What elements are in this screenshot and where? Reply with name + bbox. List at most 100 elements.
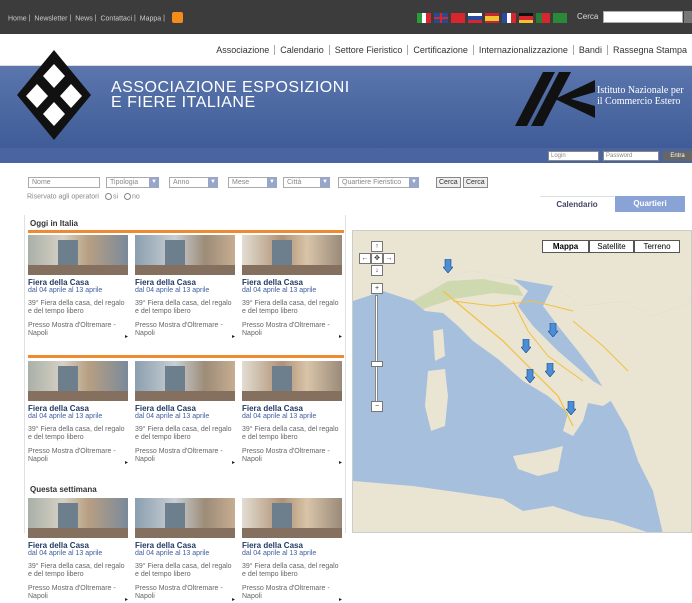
map-pin-icon[interactable]: [525, 369, 535, 383]
event-title[interactable]: Fiera della Casa: [135, 541, 235, 550]
event-thumbnail[interactable]: [135, 235, 235, 275]
rss-icon[interactable]: [171, 12, 183, 23]
zoom-handle[interactable]: [371, 361, 383, 367]
more-arrow-icon[interactable]: ▸: [232, 596, 235, 603]
radio-no[interactable]: [123, 193, 131, 200]
more-arrow-icon[interactable]: ▸: [232, 459, 235, 466]
flag-fr-icon[interactable]: [502, 13, 517, 23]
name-filter-input[interactable]: Nome: [28, 177, 100, 188]
event-thumbnail[interactable]: [28, 361, 128, 401]
event-title[interactable]: Fiera della Casa: [242, 404, 342, 413]
event-card[interactable]: Fiera della Casa dal 04 aprile al 13 apri…: [242, 235, 342, 340]
map-pin-icon[interactable]: [545, 363, 555, 377]
anno-select[interactable]: Anno ▼: [169, 177, 218, 188]
event-thumbnail[interactable]: [242, 235, 342, 275]
search-filter-button[interactable]: Cerca: [436, 177, 461, 188]
more-arrow-icon[interactable]: ▸: [125, 596, 128, 603]
menu-associazione[interactable]: Associazione: [211, 45, 274, 55]
menu-bandi[interactable]: Bandi: [572, 45, 607, 55]
event-thumbnail[interactable]: [28, 235, 128, 275]
more-arrow-icon[interactable]: ▸: [125, 459, 128, 466]
pan-left-icon[interactable]: ←: [359, 253, 371, 264]
flag-de-icon[interactable]: [519, 13, 533, 23]
event-title[interactable]: Fiera della Casa: [242, 541, 342, 550]
pan-up-icon[interactable]: ↑: [371, 241, 383, 252]
radio-yes-label: si: [112, 193, 118, 201]
search-input[interactable]: [603, 11, 683, 23]
ice-logo[interactable]: [515, 72, 595, 126]
link-mappa[interactable]: Mappa: [140, 15, 161, 22]
link-contattaci[interactable]: Contattaci: [100, 15, 132, 22]
chevron-down-icon: ▼: [149, 177, 159, 188]
map-type-satellite[interactable]: Satellite: [589, 240, 634, 253]
link-newsletter[interactable]: Newsletter: [34, 15, 67, 22]
pan-down-icon[interactable]: ↓: [371, 265, 383, 276]
tab-calendario[interactable]: Calendario: [540, 196, 614, 212]
pan-right-icon[interactable]: →: [383, 253, 395, 264]
flag-es-icon[interactable]: [485, 13, 499, 23]
map-pin-icon[interactable]: [443, 259, 453, 273]
flag-pt-icon[interactable]: [536, 13, 550, 23]
zoom-out-icon[interactable]: −: [371, 401, 383, 412]
flag-cn-icon[interactable]: [451, 13, 465, 23]
map-pin-icon[interactable]: [566, 401, 576, 415]
event-card[interactable]: Fiera della Casa dal 04 aprile al 13 apri…: [242, 498, 342, 603]
event-title[interactable]: Fiera della Casa: [135, 278, 235, 287]
event-title[interactable]: Fiera della Casa: [135, 404, 235, 413]
zoom-slider[interactable]: [375, 295, 378, 403]
radio-yes[interactable]: [104, 193, 112, 200]
map-type-terreno[interactable]: Terreno: [634, 240, 680, 253]
flag-uk-icon[interactable]: [434, 13, 448, 23]
more-arrow-icon[interactable]: ▸: [125, 333, 128, 340]
italy-map[interactable]: Mappa Satellite Terreno ↑ ← ✥ → ↓ + −: [352, 230, 692, 533]
event-card[interactable]: Fiera della Casa dal 04 aprile al 13 apri…: [28, 235, 128, 340]
event-thumbnail[interactable]: [242, 498, 342, 538]
event-title[interactable]: Fiera della Casa: [28, 541, 128, 550]
login-button[interactable]: Entra: [663, 151, 692, 161]
more-arrow-icon[interactable]: ▸: [339, 459, 342, 466]
event-thumbnail[interactable]: [135, 361, 235, 401]
more-arrow-icon[interactable]: ▸: [339, 333, 342, 340]
event-card[interactable]: Fiera della Casa dal 04 aprile al 13 apri…: [242, 361, 342, 466]
event-thumbnail[interactable]: [242, 361, 342, 401]
tipologia-select[interactable]: Tipologia ▼: [106, 177, 159, 188]
flag-sa-icon[interactable]: [553, 13, 567, 23]
map-pin-icon[interactable]: [521, 339, 531, 353]
event-card[interactable]: Fiera della Casa dal 04 aprile al 13 apri…: [28, 498, 128, 603]
more-arrow-icon[interactable]: ▸: [339, 596, 342, 603]
pan-center-icon[interactable]: ✥: [371, 253, 383, 264]
map-pin-icon[interactable]: [548, 323, 558, 337]
event-card[interactable]: Fiera della Casa dal 04 aprile al 13 apri…: [135, 498, 235, 603]
zoom-in-icon[interactable]: +: [371, 283, 383, 294]
event-title[interactable]: Fiera della Casa: [28, 404, 128, 413]
event-title[interactable]: Fiera della Casa: [242, 278, 342, 287]
event-card[interactable]: Fiera della Casa dal 04 aprile al 13 apri…: [135, 361, 235, 466]
event-card[interactable]: Fiera della Casa dal 04 aprile al 13 apri…: [28, 361, 128, 466]
event-thumbnail[interactable]: [135, 498, 235, 538]
tab-quartieri[interactable]: Quartieri: [615, 196, 685, 212]
link-news[interactable]: News: [75, 15, 93, 22]
menu-rassegna-stampa[interactable]: Rassegna Stampa: [606, 45, 692, 55]
mese-select[interactable]: Mese ▼: [228, 177, 277, 188]
flag-it-icon[interactable]: [417, 13, 432, 23]
event-thumbnail[interactable]: [28, 498, 128, 538]
event-title[interactable]: Fiera della Casa: [28, 278, 128, 287]
password-input[interactable]: Password: [603, 151, 659, 161]
more-arrow-icon[interactable]: ▸: [232, 333, 235, 340]
map-type-mappa[interactable]: Mappa: [542, 240, 589, 253]
menu-certificazione[interactable]: Certificazione: [407, 45, 473, 55]
aefi-logo[interactable]: [17, 50, 91, 140]
flag-ru-icon[interactable]: [468, 13, 482, 23]
menu-internazionalizzazione[interactable]: Internazionalizzazione: [472, 45, 573, 55]
event-card[interactable]: Fiera della Casa dal 04 aprile al 13 apri…: [135, 235, 235, 340]
citta-select[interactable]: Città ▼: [283, 177, 330, 188]
search-filter-button-2[interactable]: Cerca: [463, 177, 488, 188]
link-home[interactable]: Home: [8, 15, 27, 22]
search-label: Cerca: [577, 12, 599, 21]
login-input[interactable]: Login: [548, 151, 599, 161]
menu-calendario[interactable]: Calendario: [274, 45, 329, 55]
search-button[interactable]: [684, 11, 692, 23]
menu-settore-fieristico[interactable]: Settore Fieristico: [328, 45, 408, 55]
top-bar: Home | Newsletter | News | Contattaci | …: [0, 0, 692, 34]
quartiere-select[interactable]: Quartiere Fieristico ▼: [338, 177, 419, 188]
